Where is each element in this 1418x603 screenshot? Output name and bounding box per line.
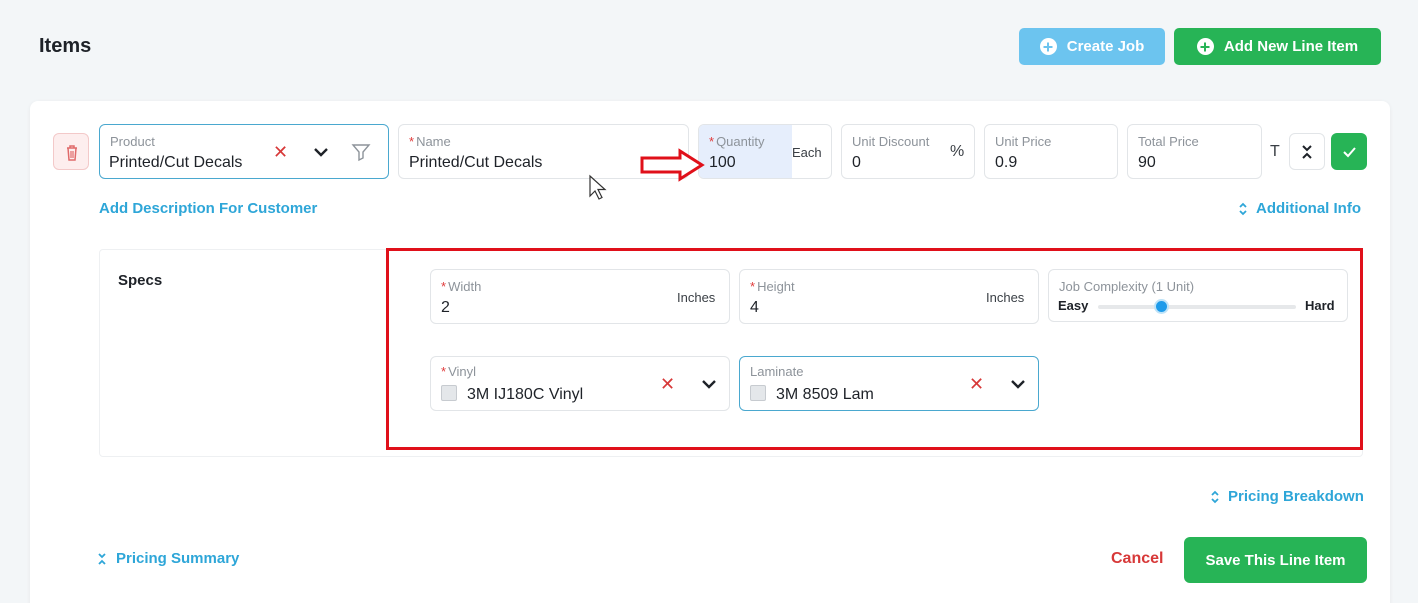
- required-marker: *: [441, 279, 447, 294]
- pricing-breakdown-link[interactable]: Pricing Breakdown: [1210, 488, 1364, 505]
- vinyl-label: Vinyl: [448, 364, 477, 379]
- plus-circle-icon: [1196, 38, 1214, 55]
- t-label: T: [1270, 143, 1280, 160]
- filter-icon[interactable]: [351, 142, 371, 162]
- page-title: Items: [39, 35, 92, 57]
- quantity-field[interactable]: * Quantity 100 Each: [698, 124, 832, 179]
- unit-discount-label: Unit Discount: [852, 134, 930, 149]
- clear-laminate-icon[interactable]: ✕: [969, 374, 984, 395]
- unit-price-value: 0.9: [995, 154, 1018, 171]
- add-description-link[interactable]: Add Description For Customer: [99, 200, 317, 217]
- additional-info-link[interactable]: Additional Info: [1238, 200, 1361, 217]
- image-placeholder-icon: [441, 385, 457, 401]
- delete-line-item-button[interactable]: [53, 133, 89, 170]
- required-marker: *: [750, 279, 756, 294]
- add-new-line-item-button[interactable]: Add New Line Item: [1174, 28, 1381, 65]
- create-job-label: Create Job: [1066, 38, 1145, 55]
- percent-unit: %: [950, 143, 965, 160]
- trash-icon: [67, 145, 77, 161]
- width-field[interactable]: * Width 2 Inches: [430, 269, 730, 324]
- pricing-summary-link[interactable]: Pricing Summary: [97, 550, 239, 567]
- job-complexity-label: Job Complexity (1 Unit): [1059, 279, 1195, 294]
- quantity-unit: Each: [792, 145, 822, 160]
- width-value: 2: [441, 299, 450, 316]
- expand-vertical-icon: [1239, 202, 1247, 215]
- unit-price-label: Unit Price: [995, 134, 1052, 149]
- unit-discount-value: 0: [852, 154, 861, 171]
- collapse-button[interactable]: [1289, 133, 1325, 170]
- check-icon: [1343, 146, 1356, 157]
- required-marker: *: [441, 364, 447, 379]
- vinyl-value: 3M IJ180C Vinyl: [467, 386, 584, 403]
- save-line-item-button[interactable]: Save This Line Item: [1184, 537, 1367, 583]
- product-value: Printed/Cut Decals: [109, 154, 243, 171]
- job-complexity-field: Job Complexity (1 Unit) Easy Hard: [1048, 269, 1348, 322]
- total-price-field[interactable]: Total Price 90: [1127, 124, 1262, 179]
- collapse-icon: [1302, 144, 1312, 159]
- laminate-label: Laminate: [750, 364, 804, 379]
- complexity-slider-thumb[interactable]: [1154, 299, 1170, 314]
- create-job-button[interactable]: Create Job: [1019, 28, 1165, 65]
- mouse-cursor-icon: [589, 174, 607, 200]
- collapse-vertical-icon: [98, 552, 106, 565]
- total-price-value: 90: [1138, 154, 1156, 171]
- expand-vertical-icon: [1211, 490, 1219, 503]
- confirm-button[interactable]: [1331, 133, 1367, 170]
- vinyl-select[interactable]: * Vinyl 3M IJ180C Vinyl ✕: [430, 356, 730, 411]
- pricing-breakdown-label: Pricing Breakdown: [1228, 488, 1364, 505]
- required-marker: *: [709, 134, 715, 149]
- pricing-summary-label: Pricing Summary: [116, 550, 240, 567]
- chevron-down-icon[interactable]: [1010, 378, 1026, 390]
- laminate-select[interactable]: Laminate 3M 8509 Lam ✕: [739, 356, 1039, 411]
- laminate-value: 3M 8509 Lam: [776, 386, 874, 403]
- clear-vinyl-icon[interactable]: ✕: [660, 374, 675, 395]
- height-value: 4: [750, 299, 759, 316]
- annotation-arrow-icon: [640, 148, 705, 182]
- name-value: Printed/Cut Decals: [409, 154, 543, 171]
- chevron-down-icon[interactable]: [701, 378, 717, 390]
- width-unit: Inches: [677, 290, 716, 305]
- plus-circle-icon: [1039, 38, 1057, 55]
- height-field[interactable]: * Height 4 Inches: [739, 269, 1039, 324]
- height-label: Height: [757, 279, 795, 294]
- product-label: Product: [110, 134, 155, 149]
- chevron-down-icon[interactable]: [313, 146, 329, 158]
- cancel-button[interactable]: Cancel: [1111, 550, 1163, 568]
- image-placeholder-icon: [750, 385, 766, 401]
- unit-discount-field[interactable]: Unit Discount 0 %: [841, 124, 975, 179]
- complexity-max-label: Hard: [1305, 298, 1335, 313]
- quantity-label: Quantity: [716, 134, 765, 149]
- unit-price-field[interactable]: Unit Price 0.9: [984, 124, 1118, 179]
- width-label: Width: [448, 279, 482, 294]
- quantity-value: 100: [709, 154, 736, 171]
- save-line-item-label: Save This Line Item: [1205, 551, 1346, 569]
- height-unit: Inches: [986, 290, 1025, 305]
- product-select[interactable]: Product Printed/Cut Decals ✕: [99, 124, 389, 179]
- complexity-min-label: Easy: [1058, 298, 1089, 313]
- specs-title: Specs: [118, 272, 163, 289]
- required-marker: *: [409, 134, 415, 149]
- complexity-slider-track[interactable]: [1098, 299, 1296, 314]
- name-label: Name: [416, 134, 451, 149]
- clear-product-icon[interactable]: ✕: [273, 142, 288, 163]
- additional-info-label: Additional Info: [1256, 200, 1361, 217]
- total-price-label: Total Price: [1138, 134, 1199, 149]
- add-line-item-label: Add New Line Item: [1223, 38, 1359, 55]
